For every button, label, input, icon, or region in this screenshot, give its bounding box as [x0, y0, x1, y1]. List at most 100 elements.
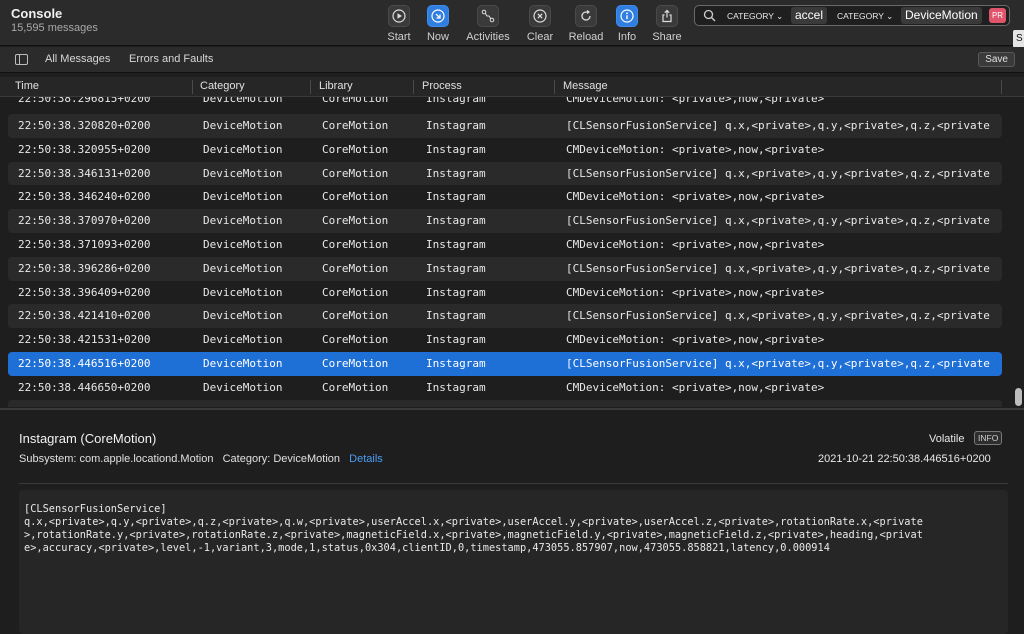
cell-time: 22:50:38.296815+0200	[18, 97, 151, 105]
detail-title: Instagram (CoreMotion)	[19, 431, 157, 446]
share-button[interactable]: Share	[637, 5, 697, 43]
detail-subsystem: Subsystem: com.apple.locationd.Motion	[19, 453, 214, 465]
table-row[interactable]: 22:50:38.320955+0200 DeviceMotion CoreMo…	[8, 138, 1002, 162]
table-row[interactable]: 22:50:38.346131+0200 DeviceMotion CoreMo…	[8, 161, 1002, 186]
category-token-2-dropdown[interactable]: CATEGORY ⌄	[833, 9, 897, 23]
category-token-1-dropdown[interactable]: CATEGORY ⌄	[723, 9, 787, 23]
table-row[interactable]: 22:50:38.346240+0200 DeviceMotion CoreMo…	[8, 185, 1002, 209]
detail-level: Volatile	[929, 433, 965, 445]
message-line: [CLSensorFusionService]	[24, 503, 167, 515]
table-row[interactable]: 22:50:38.446650+0200 DeviceMotion CoreMo…	[8, 376, 1002, 400]
cell-category: DeviceMotion	[203, 97, 283, 105]
cell-time: 22:50:38.446516+0200	[18, 357, 151, 370]
sidebar-toggle-icon[interactable]	[15, 54, 28, 65]
table-row[interactable]: 22:50:38.296815+0200 DeviceMotion CoreMo…	[8, 97, 1002, 111]
cell-category: DeviceMotion	[203, 380, 283, 394]
cell-time: 22:50:38.371093+0200	[18, 238, 151, 251]
cell-message: [CLSensorFusionService] q.x,<private>,q.…	[566, 261, 990, 275]
detail-timestamp: 2021-10-21 22:50:38.446516+0200	[818, 453, 991, 465]
cell-message: CMDeviceMotion: <private>,now,<private>	[566, 97, 825, 105]
log-scrollbar[interactable]	[1015, 388, 1022, 406]
column-process[interactable]: Process	[422, 80, 462, 92]
search-field[interactable]: CATEGORY ⌄ accel CATEGORY ⌄ DeviceMotion…	[694, 5, 1010, 26]
cell-time: 22:50:38.346240+0200	[18, 190, 151, 204]
cell-process: Instagram	[426, 142, 486, 156]
table-row[interactable]: 22:50:38.421531+0200 DeviceMotion CoreMo…	[8, 328, 1002, 352]
app-title: Console	[11, 6, 63, 21]
column-divider[interactable]	[554, 80, 555, 94]
cell-category: DeviceMotion	[203, 214, 283, 228]
cell-library: CoreMotion	[322, 97, 389, 105]
table-row[interactable]: 22:50:38.320820+0200 DeviceMotion CoreMo…	[8, 114, 1002, 138]
column-time[interactable]: Time	[15, 80, 39, 92]
column-divider[interactable]	[1001, 80, 1002, 94]
overflow-tooltip: S	[1013, 30, 1024, 48]
cell-process: Instagram	[426, 214, 486, 228]
column-category[interactable]: Category	[200, 80, 245, 92]
cell-time: 22:50:38.346131+0200	[18, 166, 151, 180]
cell-library: CoreMotion	[322, 238, 389, 251]
save-button[interactable]: Save	[978, 52, 1015, 67]
cell-library: CoreMotion	[322, 309, 389, 323]
cell-process: Instagram	[426, 357, 486, 370]
cell-message: [CLSensorFusionService] q.x,<private>,q.…	[566, 214, 990, 228]
column-divider[interactable]	[413, 80, 414, 94]
process-token-badge[interactable]: PR	[989, 8, 1006, 23]
play-icon	[388, 5, 410, 27]
cell-process: Instagram	[426, 97, 486, 105]
table-row[interactable]: 22:50:38.396286+0200 DeviceMotion CoreMo…	[8, 256, 1002, 281]
cell-time: 22:50:38.421410+0200	[18, 309, 151, 323]
cell-process: Instagram	[426, 190, 486, 204]
category-token-1-value[interactable]: accel	[791, 7, 828, 24]
column-divider[interactable]	[310, 80, 311, 94]
tab-all-messages[interactable]: All Messages	[45, 53, 110, 65]
search-icon	[703, 9, 716, 27]
column-divider[interactable]	[192, 80, 193, 94]
activities-label: Activities	[466, 31, 510, 43]
cell-message: [CLSensorFusionService] q.x,<private>,q.…	[566, 309, 990, 323]
cell-category: DeviceMotion	[203, 142, 283, 156]
message-count: 15,595 messages	[11, 22, 98, 34]
cell-library: CoreMotion	[322, 119, 389, 132]
table-row[interactable]: 22:50:38.396409+0200 DeviceMotion CoreMo…	[8, 281, 1002, 305]
cell-time: 22:50:38.396409+0200	[18, 285, 151, 299]
detail-message[interactable]: [CLSensorFusionService] q.x,<private>,q.…	[19, 490, 1008, 634]
arrow-to-bottom-icon	[427, 5, 449, 27]
cell-category: DeviceMotion	[203, 166, 283, 180]
details-link[interactable]: Details	[349, 453, 383, 465]
cell-time: 22:50:38.421531+0200	[18, 333, 151, 347]
cell-process: Instagram	[426, 333, 486, 347]
cell-library: CoreMotion	[322, 190, 389, 204]
detail-meta: Subsystem: com.apple.locationd.Motion Ca…	[19, 453, 383, 465]
table-row[interactable]: 22:50:38.371093+0200 DeviceMotion CoreMo…	[8, 233, 1002, 257]
column-message[interactable]: Message	[563, 80, 608, 92]
cell-category: DeviceMotion	[203, 309, 283, 323]
activities-button[interactable]: Activities	[458, 5, 518, 43]
category-token-2-value[interactable]: DeviceMotion	[901, 7, 982, 24]
cell-message: [CLSensorFusionService] q.x,<private>,q.…	[566, 357, 990, 370]
message-line: e>,accuracy,<private>,level,-1,variant,3…	[24, 542, 830, 554]
tab-errors-and-faults[interactable]: Errors and Faults	[129, 53, 213, 65]
table-row[interactable]	[8, 399, 1002, 407]
cell-category: DeviceMotion	[203, 357, 283, 370]
message-line: >,rotationRate.y,<private>,rotationRate.…	[24, 529, 923, 541]
column-header: Time Category Library Process Message	[0, 77, 1024, 97]
message-line: q.x,<private>,q.y,<private>,q.z,<private…	[24, 516, 923, 528]
table-row[interactable]: 22:50:38.421410+0200 DeviceMotion CoreMo…	[8, 304, 1002, 329]
share-icon	[656, 5, 678, 27]
cell-process: Instagram	[426, 309, 486, 323]
cell-library: CoreMotion	[322, 142, 389, 156]
cell-process: Instagram	[426, 261, 486, 275]
table-row[interactable]: 22:50:38.370970+0200 DeviceMotion CoreMo…	[8, 209, 1002, 233]
cell-message: [CLSensorFusionService] q.x,<private>,q.…	[566, 166, 990, 180]
cell-process: Instagram	[426, 380, 486, 394]
column-library[interactable]: Library	[319, 80, 353, 92]
detail-category: Category: DeviceMotion	[222, 453, 340, 465]
info-icon	[616, 5, 638, 27]
reload-icon	[575, 5, 597, 27]
table-row-selected[interactable]: 22:50:38.446516+0200 DeviceMotion CoreMo…	[8, 352, 1002, 376]
cell-library: CoreMotion	[322, 380, 389, 394]
cell-category: DeviceMotion	[203, 190, 283, 204]
cell-library: CoreMotion	[322, 285, 389, 299]
log-table[interactable]: 22:50:38.296815+0200 DeviceMotion CoreMo…	[0, 97, 1010, 407]
